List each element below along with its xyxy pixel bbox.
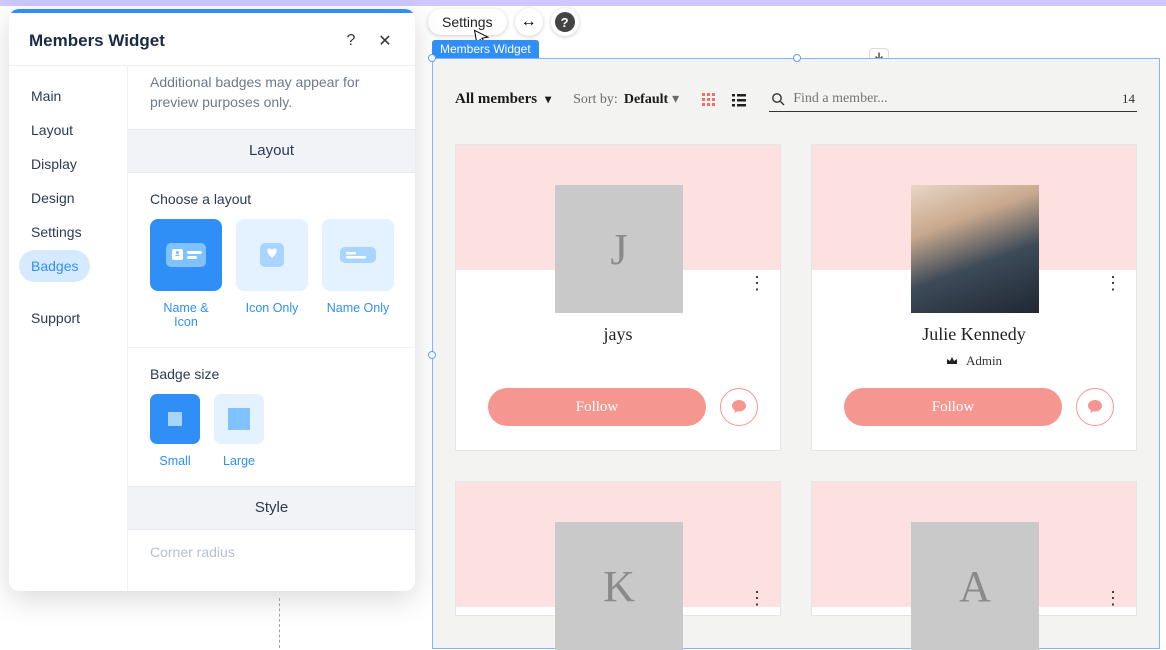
search-field[interactable]: 14	[769, 87, 1137, 112]
members-widget-canvas[interactable]: All members▾ Sort by:Default▾ 14 J ⋮ jay…	[432, 58, 1160, 649]
chat-button[interactable]	[720, 388, 758, 426]
grid-view-icon[interactable]	[699, 90, 719, 110]
layout-name-only[interactable]: Name Only	[322, 219, 394, 329]
side-support[interactable]: Support	[19, 302, 92, 334]
resize-handle[interactable]	[428, 351, 436, 359]
search-icon	[771, 92, 785, 106]
avatar[interactable]: J	[555, 185, 683, 313]
resize-handle[interactable]	[428, 54, 436, 62]
panel-title: Members Widget	[29, 31, 327, 51]
resize-icon: ↔	[521, 13, 537, 31]
sort-dropdown[interactable]: Sort by:Default▾	[573, 91, 679, 108]
follow-button[interactable]: Follow	[488, 388, 706, 426]
side-settings[interactable]: Settings	[19, 216, 94, 248]
filter-dropdown[interactable]: All members▾	[455, 91, 551, 108]
help-pill[interactable]: ?	[551, 8, 579, 36]
resize-handle[interactable]	[793, 54, 801, 62]
member-card: A ⋮	[811, 481, 1137, 616]
choose-layout-label: Choose a layout	[150, 191, 393, 207]
avatar[interactable]: A	[911, 522, 1039, 650]
member-count: 14	[1122, 91, 1135, 107]
member-name[interactable]: jays	[456, 324, 780, 345]
panel-help-icon[interactable]: ?	[341, 32, 361, 50]
layout-section-header: Layout	[128, 129, 415, 173]
icon-only-glyph	[252, 235, 292, 275]
question-icon: ?	[555, 12, 575, 32]
resize-pill[interactable]: ↔	[515, 8, 543, 36]
guide-line	[279, 598, 280, 648]
avatar[interactable]	[911, 185, 1039, 313]
widget-chip[interactable]: Members Widget	[432, 40, 539, 58]
card-menu-icon[interactable]: ⋮	[1104, 588, 1122, 609]
name-only-glyph	[334, 235, 382, 275]
avatar[interactable]: K	[555, 522, 683, 650]
panel-sidebar: Main Layout Display Design Settings Badg…	[9, 66, 128, 591]
side-layout[interactable]: Layout	[19, 114, 85, 146]
panel-close-icon[interactable]: ✕	[375, 31, 395, 51]
side-display[interactable]: Display	[19, 148, 89, 180]
follow-button[interactable]: Follow	[844, 388, 1062, 426]
search-input[interactable]	[793, 91, 1114, 107]
corner-radius-label: Corner radius	[128, 530, 415, 560]
side-badges[interactable]: Badges	[19, 250, 90, 282]
member-name[interactable]: Julie Kennedy	[812, 324, 1136, 345]
member-role: Admin	[812, 353, 1136, 369]
chat-button[interactable]	[1076, 388, 1114, 426]
size-large[interactable]: Large	[214, 394, 264, 468]
chevron-down-icon: ▾	[545, 92, 551, 107]
name-icon-glyph	[162, 235, 210, 275]
member-card: J ⋮ jays Follow	[455, 144, 781, 451]
badge-size-label: Badge size	[150, 366, 393, 382]
settings-panel: Members Widget ? ✕ Main Layout Display D…	[9, 9, 415, 591]
hint-text: Additional badges may appear for preview…	[128, 66, 415, 129]
layout-name-icon[interactable]: Name & Icon	[150, 219, 222, 329]
crown-icon	[946, 356, 958, 366]
style-section-header: Style	[128, 486, 415, 530]
card-menu-icon[interactable]: ⋮	[1104, 273, 1122, 294]
member-card: ⋮ Julie Kennedy Admin Follow	[811, 144, 1137, 451]
member-card: K ⋮	[455, 481, 781, 616]
side-main[interactable]: Main	[19, 80, 73, 112]
card-menu-icon[interactable]: ⋮	[748, 588, 766, 609]
list-view-icon[interactable]	[729, 90, 749, 110]
chevron-down-icon: ▾	[672, 92, 679, 107]
card-menu-icon[interactable]: ⋮	[748, 273, 766, 294]
layout-icon-only[interactable]: Icon Only	[236, 219, 308, 329]
size-small[interactable]: Small	[150, 394, 200, 468]
side-design[interactable]: Design	[19, 182, 87, 214]
settings-pill[interactable]: Settings	[428, 9, 507, 35]
